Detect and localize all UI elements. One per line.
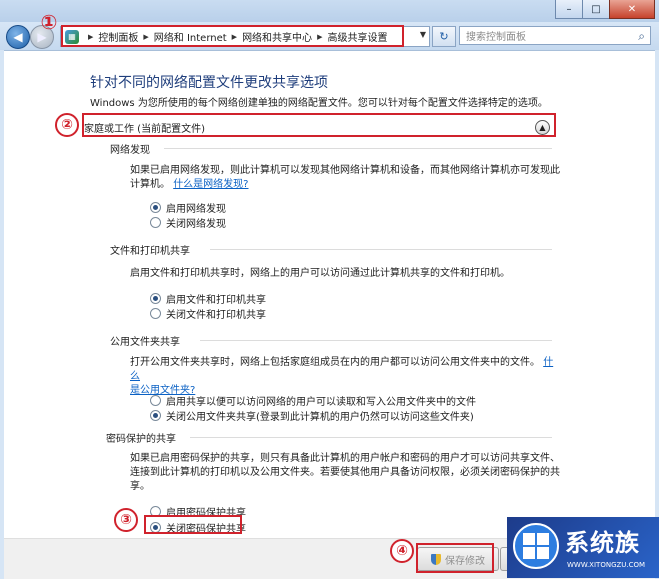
divider	[210, 249, 552, 250]
page-title: 针对不同的网络配置文件更改共享选项	[90, 75, 328, 91]
radio-label: 启用共享以便可以访问网络的用户可以读取和写入公用文件夹中的文件	[166, 397, 476, 408]
window-controls: – □ ✕	[555, 0, 655, 19]
search-icon[interactable]: ⌕	[638, 29, 645, 44]
search-input[interactable]: 搜索控制面板 ⌕	[459, 26, 651, 45]
watermark-url: WWW.XITONGZU.COM	[567, 561, 646, 569]
radio-enable-file-printer-sharing[interactable]: 启用文件和打印机共享	[150, 291, 266, 306]
radio-selected-icon[interactable]	[150, 522, 161, 533]
section-title-network-discovery: 网络发现	[110, 145, 150, 156]
chevron-right-icon: ▶	[88, 32, 94, 41]
radio-label: 关闭公用文件夹共享(登录到此计算机的用户仍然可以访问这些文件夹)	[166, 412, 474, 423]
save-changes-button[interactable]: 保存修改	[417, 547, 499, 571]
maximize-button[interactable]: □	[582, 0, 610, 19]
control-panel-icon: ▦	[65, 29, 79, 44]
section-title-password-sharing: 密码保护的共享	[106, 434, 176, 445]
divider	[190, 437, 552, 438]
annotation-number-1: ①	[40, 10, 58, 34]
navigation-bar: ◀ ▶ ▦ ▶ 控制面板 ▶ 网络和 Internet ▶ 网络和共享中心 ▶ …	[0, 22, 659, 50]
radio-label: 启用网络发现	[166, 204, 226, 215]
radio-selected-icon[interactable]	[150, 202, 161, 213]
radio-label: 关闭密码保护共享	[166, 524, 246, 535]
close-button[interactable]: ✕	[609, 0, 655, 19]
radio-unselected-icon[interactable]	[150, 217, 161, 228]
breadcrumb-control-panel[interactable]: 控制面板	[98, 29, 138, 44]
radio-disable-file-printer-sharing[interactable]: 关闭文件和打印机共享	[150, 306, 266, 321]
radio-disable-password-sharing[interactable]: 关闭密码保护共享	[150, 520, 246, 535]
radio-disable-public-folder-sharing[interactable]: 关闭公用文件夹共享(登录到此计算机的用户仍然可以访问这些文件夹)	[150, 408, 474, 423]
radio-enable-password-sharing[interactable]: 启用密码保护共享	[150, 504, 246, 519]
save-changes-label: 保存修改	[445, 555, 485, 567]
section-title-public-folder-sharing: 公用文件夹共享	[110, 337, 180, 348]
breadcrumb-advanced-sharing[interactable]: 高级共享设置	[327, 29, 387, 44]
search-placeholder: 搜索控制面板	[466, 32, 526, 43]
title-bar: – □ ✕	[0, 0, 659, 22]
section-title-file-printer-sharing: 文件和打印机共享	[110, 246, 190, 257]
chevron-right-icon: ▶	[231, 32, 238, 41]
network-discovery-description: 如果已启用网络发现，则此计算机可以发现其他网络计算机和设备，而其他网络计算机亦可…	[130, 164, 560, 192]
annotation-number-4: ④	[390, 539, 414, 563]
chevron-right-icon: ▶	[317, 32, 323, 41]
profile-header-label: 家庭或工作 (当前配置文件)	[84, 123, 205, 135]
radio-enable-public-folder-sharing[interactable]: 启用共享以便可以访问网络的用户可以读取和写入公用文件夹中的文件	[150, 393, 476, 408]
breadcrumb-network-sharing-center[interactable]: 网络和共享中心	[242, 29, 312, 44]
radio-unselected-icon[interactable]	[150, 506, 161, 517]
divider	[200, 340, 552, 341]
site-watermark: 系统族 WWW.XITONGZU.COM	[507, 517, 659, 578]
radio-label: 启用文件和打印机共享	[166, 295, 266, 306]
radio-enable-network-discovery[interactable]: 启用网络发现	[150, 200, 226, 215]
watermark-text: 系统族	[565, 529, 640, 557]
page-subtitle: Windows 为您所使用的每个网络创建单独的网络配置文件。您可以针对每个配置文…	[90, 98, 548, 109]
profile-header-home-work[interactable]: 家庭或工作 (当前配置文件) ▲	[84, 117, 552, 137]
what-is-network-discovery-link[interactable]: 什么是网络发现?	[173, 179, 248, 190]
chevron-right-icon: ▶	[143, 32, 149, 41]
public-folder-sharing-description: 打开公用文件夹共享时，网络上包括家庭组成员在内的用户都可以访问公用文件夹中的文件…	[130, 356, 560, 398]
password-desc-line-2: 连接到此计算机的打印机以及公用文件夹。若要使其他用户具备访问权限，必须关闭密码保…	[130, 467, 560, 492]
uac-shield-icon	[431, 553, 441, 565]
public-folder-desc-text: 打开公用文件夹共享时，网络上包括家庭组成员在内的用户都可以访问公用文件夹中的文件…	[130, 357, 540, 368]
refresh-button[interactable]: ↻	[432, 26, 456, 47]
back-arrow-icon[interactable]: ◀	[6, 25, 30, 49]
file-printer-sharing-description: 启用文件和打印机共享时，网络上的用户可以访问通过此计算机共享的文件和打印机。	[130, 268, 510, 279]
settings-content: 针对不同的网络配置文件更改共享选项 Windows 为您所使用的每个网络创建单独…	[4, 50, 655, 539]
radio-label: 关闭网络发现	[166, 219, 226, 230]
windows-logo-icon	[513, 523, 559, 569]
radio-selected-icon[interactable]	[150, 293, 161, 304]
minimize-button[interactable]: –	[555, 0, 583, 19]
password-sharing-description: 如果已启用密码保护的共享，则只有具备此计算机的用户帐户和密码的用户才可以访问共享…	[130, 452, 570, 494]
annotation-number-3: ③	[114, 508, 138, 532]
annotation-number-2: ②	[55, 113, 79, 137]
breadcrumb-network-internet[interactable]: 网络和 Internet	[154, 29, 227, 44]
divider	[164, 148, 552, 149]
chevron-down-icon[interactable]: ▼	[420, 30, 426, 39]
radio-label: 关闭文件和打印机共享	[166, 310, 266, 321]
refresh-icon: ↻	[439, 30, 449, 43]
address-bar[interactable]: ▦ ▶ 控制面板 ▶ 网络和 Internet ▶ 网络和共享中心 ▶ 高级共享…	[60, 26, 430, 47]
radio-selected-icon[interactable]	[150, 410, 161, 421]
radio-label: 启用密码保护共享	[166, 508, 246, 519]
password-desc-line-1: 如果已启用密码保护的共享，则只有具备此计算机的用户帐户和密码的用户才可以访问共享…	[130, 453, 560, 464]
radio-unselected-icon[interactable]	[150, 395, 161, 406]
radio-disable-network-discovery[interactable]: 关闭网络发现	[150, 215, 226, 230]
collapse-chevron-up-icon[interactable]: ▲	[535, 120, 550, 135]
radio-unselected-icon[interactable]	[150, 308, 161, 319]
